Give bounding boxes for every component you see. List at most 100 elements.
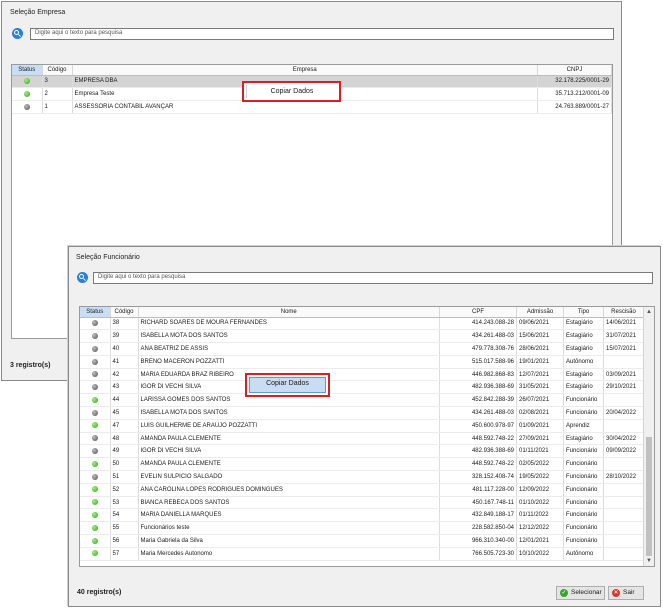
column-header-admissao[interactable]: Admissão	[516, 307, 564, 318]
codigo-cell: 42	[110, 368, 139, 382]
nome-cell: BIANCA REBECA DOS SANTOS	[138, 496, 440, 510]
empresa-window-title: Seleção Empresa	[10, 9, 66, 16]
status-cell	[80, 432, 111, 446]
funcionario-search-input[interactable]: Digite aqui o texto para pesquisa	[93, 272, 653, 284]
empresa-cell: ASSESSORIA CONTABIL AVANÇAR	[72, 100, 538, 114]
rescisao-cell	[603, 496, 644, 510]
table-row[interactable]: 54 MARIA DANIELLA MARQUES 432.849.188-17 01…	[80, 508, 644, 523]
nome-cell: ANA BEATRIZ DE ASSIS	[138, 342, 440, 356]
exit-button-label: Sair	[623, 589, 635, 596]
cpf-cell: 228.582.850-04	[439, 521, 517, 536]
table-row[interactable]: 48 AMANDA PAULA CLEMENTE 448.592.748-22 27/…	[80, 432, 644, 446]
column-header-empresa[interactable]: Empresa	[72, 65, 538, 76]
admissao-cell: 01/09/2021	[516, 419, 564, 433]
nome-cell: LUIS GUILHERME DE ARAUJO POZZATTI	[138, 419, 440, 433]
status-dot-icon	[91, 435, 98, 442]
rescisao-cell: 03/09/2021	[603, 368, 644, 382]
table-row[interactable]: 40 ANA BEATRIZ DE ASSIS 479.778.308-76 28/0…	[80, 342, 644, 356]
tipo-cell: Funcionário	[563, 457, 604, 472]
scroll-up-icon[interactable]: ▲	[644, 307, 654, 317]
status-cell	[12, 75, 43, 89]
status-dot-icon	[91, 486, 98, 493]
cpf-cell: 328.152.408-74	[439, 470, 517, 484]
scrollbar-thumb[interactable]	[646, 437, 652, 556]
rescisao-cell	[603, 521, 644, 536]
cpf-cell: 482.936.388-69	[439, 444, 517, 459]
status-dot-icon	[91, 550, 98, 557]
admissao-cell: 31/05/2021	[516, 380, 564, 395]
tipo-cell: Funcionário	[563, 508, 604, 523]
copy-data-menu-item[interactable]: Copiar Dados	[249, 377, 326, 393]
nome-cell: RICHARD SOARES DE MOURA FERNANDES	[138, 317, 440, 331]
admissao-cell: 01/10/2022	[516, 496, 564, 510]
column-header-status[interactable]: Status	[80, 307, 111, 318]
codigo-cell: 48	[110, 432, 139, 446]
cpf-cell: 452.842.288-39	[439, 393, 517, 408]
scroll-down-icon[interactable]: ▼	[644, 556, 654, 566]
search-icon[interactable]	[12, 28, 23, 39]
codigo-cell: 43	[110, 380, 139, 395]
nome-cell: EVELIN SULPICIO SALGADO	[138, 470, 440, 484]
table-row[interactable]: 52 ANA CAROLINA LOPES RODRIGUES DOMINGUES…	[80, 483, 644, 497]
table-row[interactable]: 53 BIANCA REBECA DOS SANTOS 450.167.748-11…	[80, 496, 644, 510]
column-header-status[interactable]: Status	[12, 65, 43, 76]
column-header-rescisao[interactable]: Rescisão	[603, 307, 644, 318]
admissao-cell: 02/08/2021	[516, 406, 564, 420]
exit-button[interactable]: ✕ Sair	[608, 586, 644, 600]
codigo-cell: 52	[110, 483, 139, 497]
nome-cell: ISABELLA MOTA DOS SANTOS	[138, 406, 440, 420]
table-row[interactable]: 57 Maria Mercedes Autonomo 766.505.723-30 1…	[80, 547, 644, 561]
table-row[interactable]: 44 LARISSA GOMES DOS SANTOS 452.842.288-39…	[80, 393, 644, 408]
codigo-cell: 1	[42, 100, 73, 114]
table-row[interactable]: 43 IGOR DI VECHI SILVA 482.936.388-69 31/05…	[80, 380, 644, 395]
status-cell	[80, 406, 111, 420]
table-row[interactable]: 56 Maria Gabriela da Silva 966.310.340-00 1…	[80, 534, 644, 548]
admissao-cell: 27/09/2021	[516, 432, 564, 446]
status-dot-icon	[91, 320, 98, 327]
empresa-search-input[interactable]: Digite aqui o texto para pesquisa	[30, 28, 614, 40]
status-dot-icon	[91, 371, 98, 378]
copy-data-menu-item[interactable]: Copiar Dados	[246, 85, 337, 98]
rescisao-cell	[603, 419, 644, 433]
status-dot-icon	[23, 78, 30, 85]
table-row[interactable]: 50 AMANDA PAULA CLEMENTE 448.592.748-22 02/…	[80, 457, 644, 472]
table-row[interactable]: 41 BRENO MACERON POZZATTI 515.017.588-96 19…	[80, 355, 644, 369]
table-row[interactable]: 45 ISABELLA MOTA DOS SANTOS 434.261.488-03…	[80, 406, 644, 420]
cpf-cell: 448.592.748-22	[439, 457, 517, 472]
status-cell	[80, 342, 111, 356]
column-header-nome[interactable]: Nome	[138, 307, 440, 318]
column-header-tipo[interactable]: Tipo	[563, 307, 604, 318]
status-cell	[12, 100, 43, 114]
rescisao-cell: 20/04/2022	[603, 406, 644, 420]
status-cell	[80, 496, 111, 510]
table-row[interactable]: 47 LUIS GUILHERME DE ARAUJO POZZATTI 450.6…	[80, 419, 644, 433]
rescisao-cell	[603, 393, 644, 408]
codigo-cell: 54	[110, 508, 139, 523]
admissao-cell: 19/01/2021	[516, 355, 564, 369]
table-row[interactable]: 49 IGOR DI VECHI SILVA 482.936.388-69 01/11…	[80, 444, 644, 459]
column-header-codigo[interactable]: Código	[42, 65, 73, 76]
funcionario-grid[interactable]: Status Código Nome CPF Admissão Tipo Res…	[79, 306, 655, 567]
column-header-codigo[interactable]: Código	[110, 307, 139, 318]
table-row[interactable]: 55 Funcionários teste 228.582.850-04 12/12/…	[80, 521, 644, 536]
status-dot-icon	[91, 332, 98, 339]
select-button[interactable]: ✓ Selecionar	[556, 586, 605, 600]
tipo-cell: Autônomo	[563, 355, 604, 369]
column-header-cpf[interactable]: CPF	[439, 307, 517, 318]
table-row[interactable]: 51 EVELIN SULPICIO SALGADO 328.152.408-74 1…	[80, 470, 644, 484]
table-row[interactable]: 39 ISABELLA MOTA DOS SANTOS 434.261.488-03…	[80, 329, 644, 344]
table-row[interactable]: 42 MARIA EDUARDA BRAZ RIBEIRO 446.982.868-…	[80, 368, 644, 382]
table-row[interactable]: 1 ASSESSORIA CONTABIL AVANÇAR 24.763.889/0…	[12, 100, 612, 114]
search-icon[interactable]	[77, 272, 88, 283]
cpf-cell: 515.017.588-96	[439, 355, 517, 369]
tipo-cell: Estagiário	[563, 380, 604, 395]
vertical-scrollbar[interactable]: ▲ ▼	[643, 307, 654, 566]
codigo-cell: 56	[110, 534, 139, 548]
cnpj-cell: 35.713.212/0001-09	[537, 87, 612, 102]
cpf-cell: 434.261.488-03	[439, 329, 517, 344]
table-row[interactable]: 38 RICHARD SOARES DE MOURA FERNANDES 414.2…	[80, 317, 644, 331]
column-header-cnpj[interactable]: CNPJ	[537, 65, 612, 76]
status-dot-icon	[91, 537, 98, 544]
codigo-cell: 44	[110, 393, 139, 408]
admissao-cell: 12/07/2021	[516, 368, 564, 382]
